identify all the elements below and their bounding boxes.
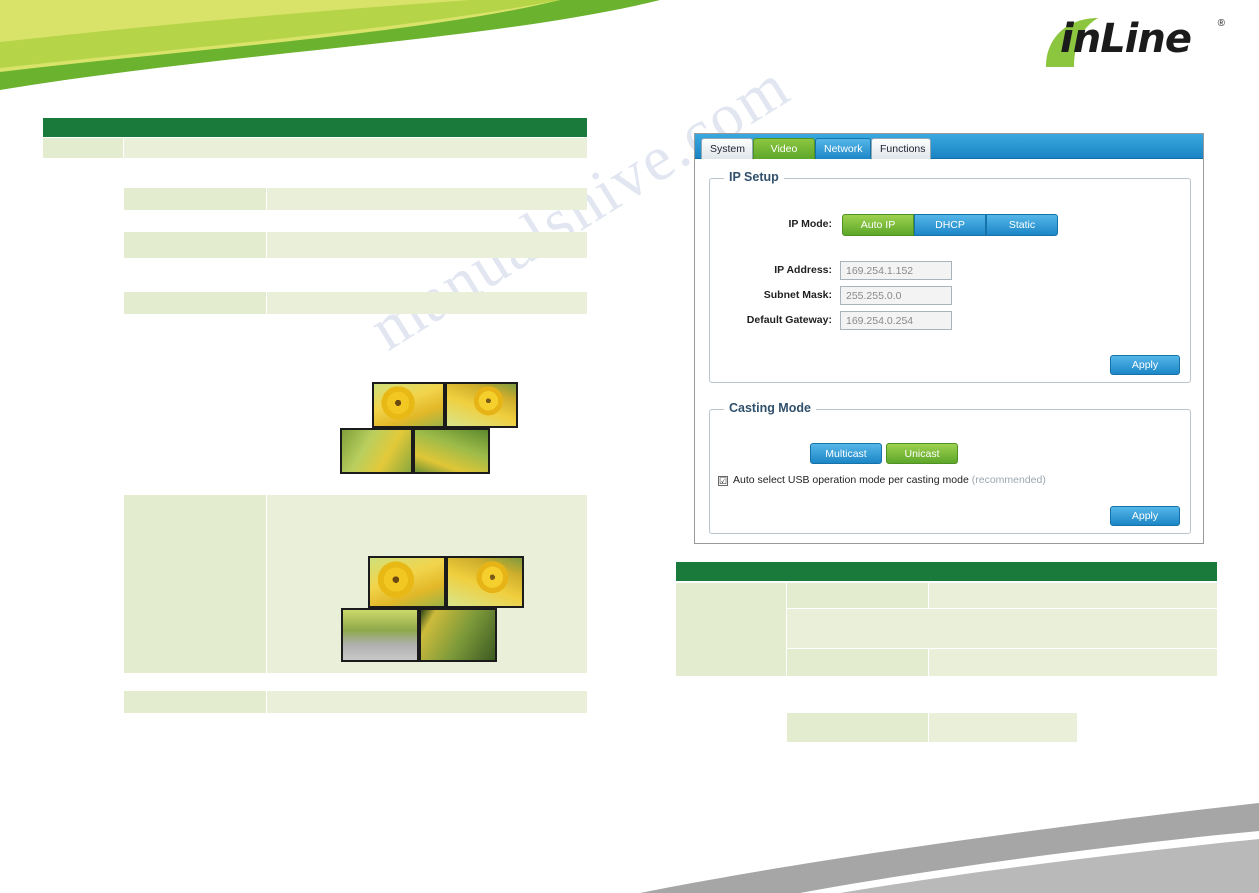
left-row-2-value xyxy=(267,232,587,258)
tab-network[interactable]: Network xyxy=(815,138,871,159)
casting-multicast-button[interactable]: Multicast xyxy=(810,443,882,464)
casting-mode-group: Casting Mode Multicast Unicast ☑ Auto sel… xyxy=(709,401,1191,534)
video-wall-mosaic-stretched xyxy=(341,556,527,664)
left-row-5-value xyxy=(267,691,587,713)
mosaic-tile xyxy=(413,428,490,474)
left-table-subheader-value xyxy=(124,138,587,158)
subnet-mask-label: Subnet Mask: xyxy=(763,289,832,301)
left-row-2-label xyxy=(124,232,266,258)
ip-mode-static-button[interactable]: Static xyxy=(986,214,1058,236)
subnet-mask-input[interactable]: 255.255.0.0 xyxy=(840,286,952,305)
casting-mode-title: Casting Mode xyxy=(724,401,816,415)
left-row-1-value xyxy=(267,188,587,210)
ip-setup-apply-button[interactable]: Apply xyxy=(1110,355,1180,375)
mosaic-tile xyxy=(341,608,419,662)
ip-address-label: IP Address: xyxy=(774,264,832,276)
brand-logo: inLine ® xyxy=(1036,12,1225,74)
tab-video-wall[interactable]: Video Wall xyxy=(753,138,815,175)
auto-usb-mode-checkbox[interactable]: ☑ xyxy=(718,476,728,486)
mosaic-tile xyxy=(340,428,413,474)
right-row-1-c3 xyxy=(929,583,1217,608)
mosaic-tile xyxy=(368,556,446,608)
left-table-subheader-label xyxy=(43,138,123,158)
left-row-4-label xyxy=(124,495,266,673)
bottom-decoration xyxy=(0,773,1259,893)
right-row-2-merged xyxy=(787,609,1217,648)
right-table-header-bar xyxy=(676,562,1217,581)
video-wall-mosaic-offset xyxy=(340,382,525,478)
tab-system[interactable]: System xyxy=(701,138,753,159)
right-row-group-label xyxy=(676,583,786,676)
device-web-gui: System Video Wall Network Functions IP S… xyxy=(694,133,1204,544)
right-row-4-c2 xyxy=(787,713,928,742)
brand-name: inLine xyxy=(1060,16,1192,62)
mosaic-tile xyxy=(445,382,518,428)
ip-setup-group: IP Setup IP Mode: Auto IP DHCP Static IP… xyxy=(709,170,1191,383)
auto-usb-mode-label: Auto select USB operation mode per casti… xyxy=(733,474,969,486)
mosaic-tile xyxy=(372,382,445,428)
tab-functions[interactable]: Functions xyxy=(871,138,931,159)
brand-registered-mark: ® xyxy=(1217,18,1225,29)
ip-address-input[interactable]: 169.254.1.152 xyxy=(840,261,952,280)
default-gateway-input[interactable]: 169.254.0.254 xyxy=(840,311,952,330)
left-row-1-label xyxy=(124,188,266,210)
right-row-3-c2 xyxy=(787,649,928,676)
right-row-1-c2 xyxy=(787,583,928,608)
auto-usb-mode-checkbox-row[interactable]: ☑ Auto select USB operation mode per cast… xyxy=(718,474,1046,486)
mosaic-tile xyxy=(419,608,497,662)
ip-setup-title: IP Setup xyxy=(724,170,784,184)
ip-mode-dhcp-button[interactable]: DHCP xyxy=(914,214,986,236)
mosaic-tile xyxy=(446,556,524,608)
casting-unicast-button[interactable]: Unicast xyxy=(886,443,958,464)
casting-mode-apply-button[interactable]: Apply xyxy=(1110,506,1180,526)
default-gateway-label: Default Gateway: xyxy=(746,314,832,326)
left-table-header-bar xyxy=(43,118,587,137)
ip-mode-auto-ip-button[interactable]: Auto IP xyxy=(842,214,914,236)
left-row-5-label xyxy=(124,691,266,713)
left-row-3-label xyxy=(124,292,266,314)
ip-mode-label: IP Mode: xyxy=(788,218,832,230)
right-row-3-c3 xyxy=(929,649,1217,676)
auto-usb-mode-hint: (recommended) xyxy=(971,474,1046,486)
left-row-3-value xyxy=(267,292,587,314)
right-row-4-c3 xyxy=(929,713,1077,742)
